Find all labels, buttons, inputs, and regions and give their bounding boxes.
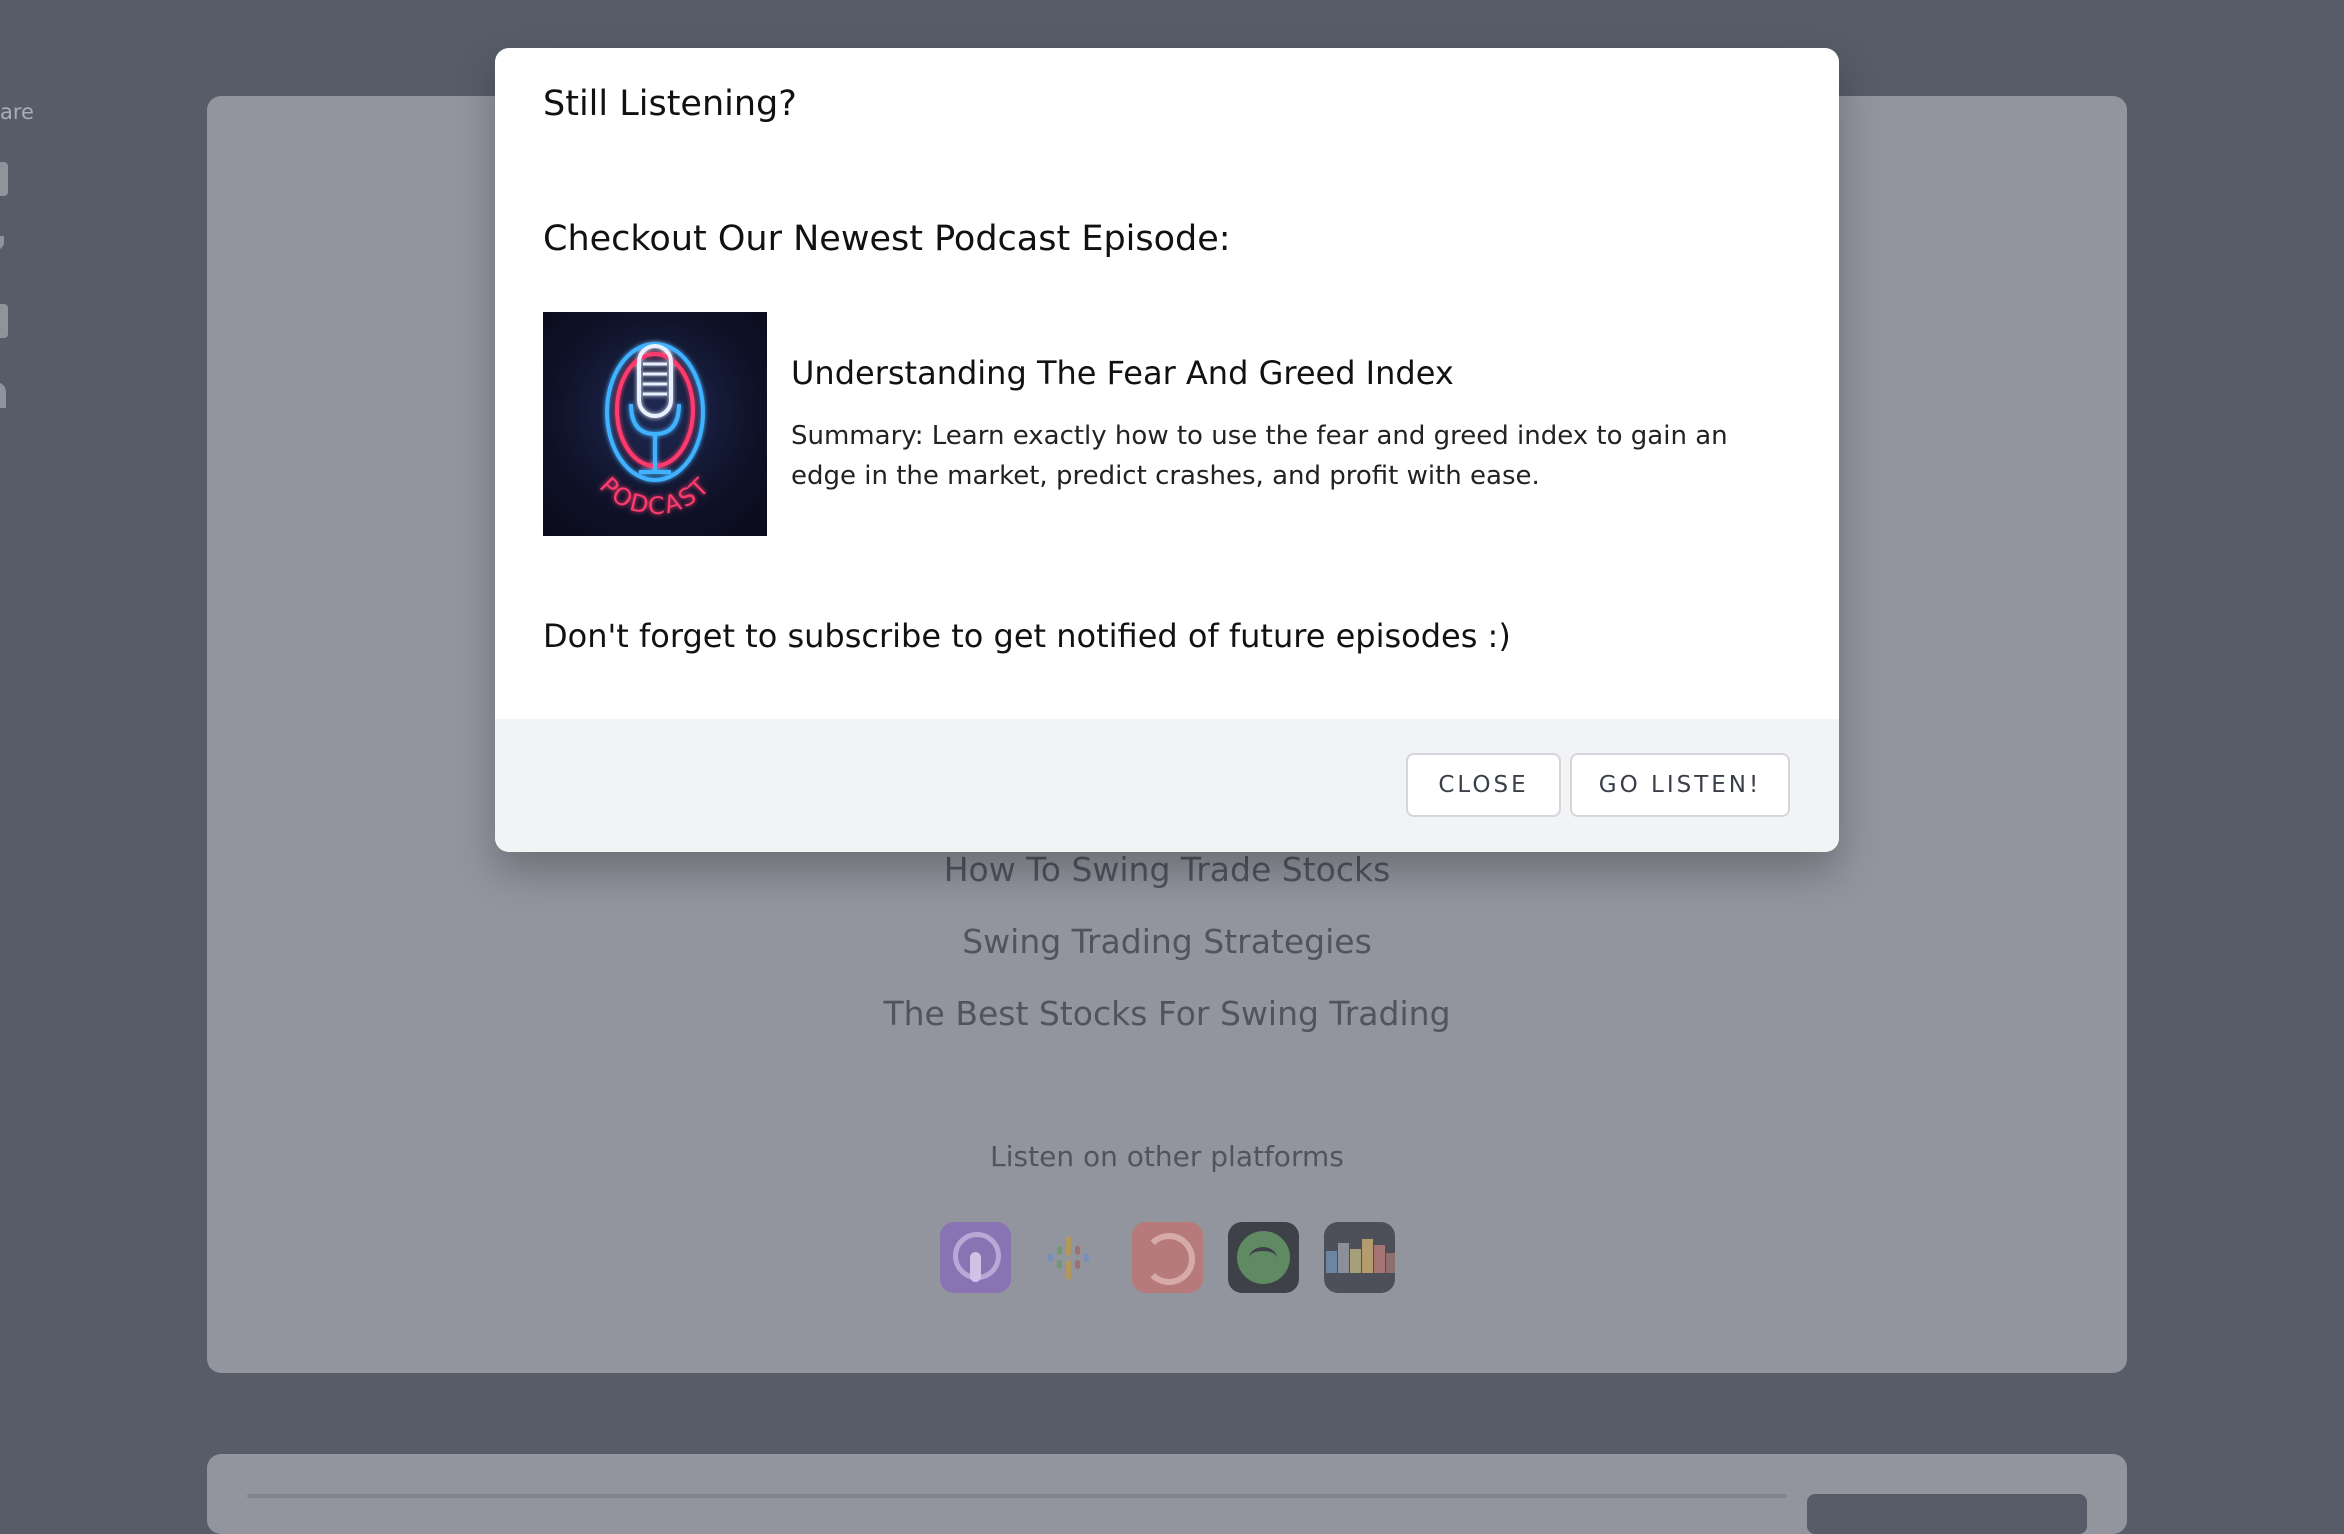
share-label: are [0, 100, 34, 124]
listen-platforms-label: Listen on other platforms [990, 1140, 1344, 1173]
background-comment-card [207, 1454, 2127, 1534]
google-podcasts-icon[interactable] [1036, 1222, 1107, 1293]
twitter-share-icon[interactable] [0, 236, 4, 250]
modal-footer: CLOSE GO LISTEN! [495, 719, 1839, 852]
facebook-share-icon[interactable] [0, 162, 8, 196]
castbox-icon[interactable] [1323, 1222, 1395, 1293]
related-link[interactable]: The Best Stocks For Swing Trading [883, 996, 1450, 1031]
pocket-casts-icon[interactable] [1131, 1222, 1203, 1293]
podcast-cover-image[interactable]: PODCAST [543, 312, 767, 536]
related-link[interactable]: Swing Trading Strategies [962, 924, 1372, 959]
close-button[interactable]: CLOSE [1406, 753, 1561, 817]
apple-podcasts-icon[interactable] [939, 1222, 1011, 1293]
modal-subtitle: Checkout Our Newest Podcast Episode: [543, 219, 1231, 259]
episode-summary: Summary: Learn exactly how to use the fe… [791, 421, 1728, 491]
spotify-icon[interactable] [1227, 1222, 1299, 1293]
comment-input-field[interactable] [247, 1494, 1787, 1498]
go-listen-button[interactable]: GO LISTEN! [1570, 753, 1790, 817]
related-links: How To Swing Trade Stocks Swing Trading … [207, 852, 2127, 1068]
comment-submit-button[interactable] [1807, 1494, 2087, 1534]
subscribe-note: Don't forget to subscribe to get notifie… [543, 617, 1511, 655]
episode-title[interactable]: Understanding The Fear And Greed Index [791, 354, 1454, 392]
linkedin-share-icon[interactable] [0, 382, 6, 408]
platform-icons [207, 1222, 2127, 1293]
related-link[interactable]: How To Swing Trade Stocks [944, 852, 1391, 887]
microphone-neon-icon: PODCAST [594, 342, 714, 520]
still-listening-modal: Still Listening? Checkout Our Newest Pod… [495, 48, 1839, 852]
email-share-icon[interactable] [0, 304, 8, 338]
modal-title: Still Listening? [543, 84, 797, 124]
